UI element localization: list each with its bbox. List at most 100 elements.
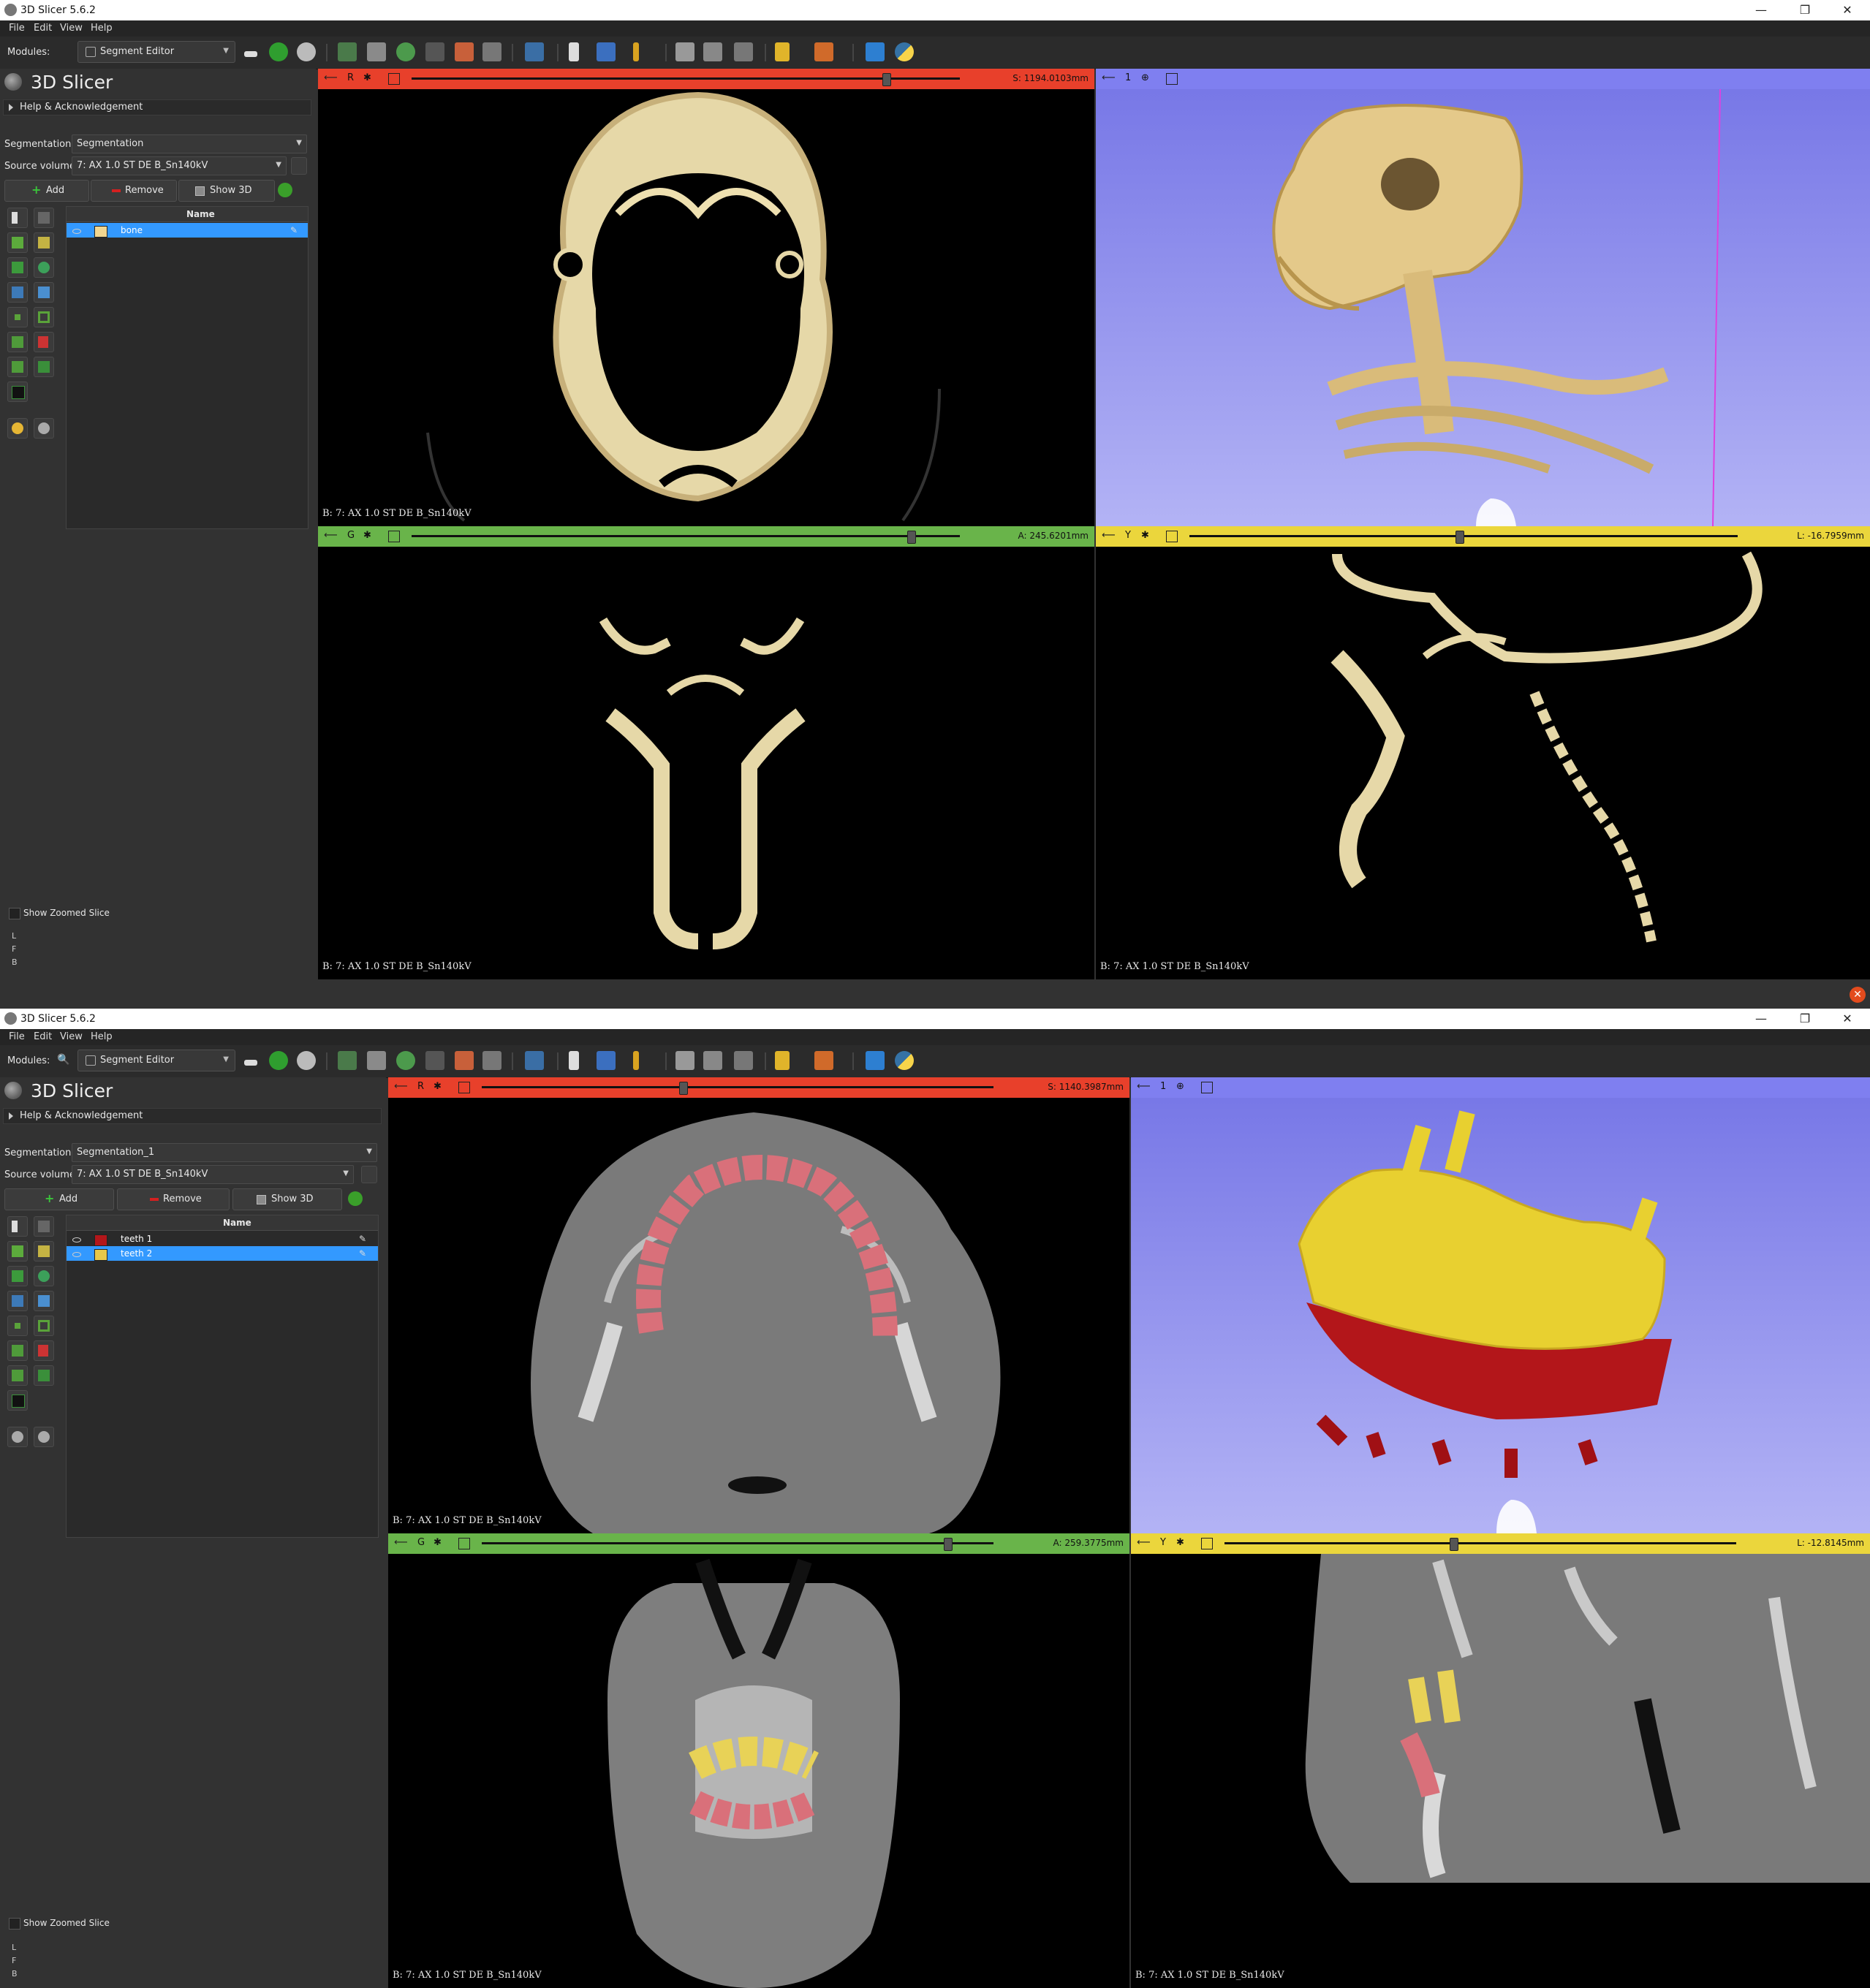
maximize-view-icon[interactable] [388,73,400,85]
back-arrow-icon[interactable] [269,1051,288,1070]
slider-handle[interactable] [907,531,916,544]
red-slice-view[interactable]: ⟵ R ✱ S: 1194.0103mm B: 7: AX 1.0 ST DE … [318,69,1094,526]
extension-manager-icon[interactable] [866,1051,885,1070]
python-icon[interactable] [895,42,914,61]
menu-file[interactable]: File [9,23,25,34]
extension-manager-icon[interactable] [866,42,885,61]
undo-icon[interactable] [7,418,28,439]
fiducial-icon[interactable] [633,1051,639,1070]
erase-icon[interactable] [7,257,28,278]
pencil-icon[interactable]: ✎ [359,1234,369,1244]
undo-icon[interactable] [7,1427,28,1447]
module-history-icon[interactable] [244,51,257,57]
crosshair-view-icon[interactable] [703,42,722,61]
link-icon[interactable]: ✱ [1141,530,1149,541]
menu-help[interactable]: Help [91,23,113,34]
fill-between-slices-icon[interactable] [34,282,54,303]
paint-icon[interactable] [7,232,28,253]
slider-handle[interactable] [1456,531,1464,544]
minimize-button[interactable]: — [1740,0,1782,20]
3d-view[interactable]: ⟵ 1 ⊕ [1131,1077,1870,1533]
data-icon[interactable] [338,1051,357,1070]
maximize-button[interactable]: ❐ [1784,0,1826,20]
draw-icon[interactable] [34,1241,54,1262]
source-volume-selector[interactable]: 7: AX 1.0 ST DE B_Sn140kV ▼ [72,1165,354,1184]
threshold-icon[interactable] [34,208,54,228]
pin-icon[interactable]: ⟵ [1102,530,1116,541]
show-zoomed-slice-checkbox[interactable]: Show Zoomed Slice [9,908,110,919]
maximize-view-icon[interactable] [458,1538,470,1549]
pin-icon[interactable]: ⟵ [1102,72,1116,83]
transforms-icon[interactable] [425,42,444,61]
link-icon[interactable]: ✱ [434,1537,442,1548]
green-slice-view[interactable]: ⟵ G ✱ A: 259.3775mm B: 7: AX 1.0 ST DE B… [388,1533,1129,1988]
minimize-button[interactable]: — [1740,1009,1782,1029]
pin-icon[interactable]: ⟵ [1137,1081,1151,1092]
checkbox-icon[interactable] [9,1918,20,1930]
threshold-icon[interactable] [34,1216,54,1237]
show-3d-button[interactable]: Show 3D [178,180,275,202]
maximize-view-icon[interactable] [458,1082,470,1093]
source-volume-selector[interactable]: 7: AX 1.0 ST DE B_Sn140kV ▼ [72,156,287,175]
extensions-icon[interactable] [814,1051,833,1070]
islands-icon[interactable] [7,357,28,377]
segment-color-swatch[interactable] [94,1234,107,1246]
reset-views-icon[interactable] [734,1051,753,1070]
add-segment-button[interactable]: + Add [4,180,89,202]
layout-icon[interactable] [525,42,544,61]
python-icon[interactable] [895,1051,914,1070]
volume-options-icon[interactable] [291,157,307,175]
redo-icon[interactable] [34,418,54,439]
eye-icon[interactable] [72,229,81,234]
menu-view[interactable]: View [60,1031,83,1042]
module-selector[interactable]: Segment Editor ▼ [77,41,235,63]
maximize-view-icon[interactable] [1166,73,1178,85]
pin-icon[interactable]: ⟵ [394,1537,408,1548]
slider-handle[interactable] [944,1538,953,1551]
segmentation-selector[interactable]: Segmentation_1 ▼ [72,1143,377,1162]
segment-editor-icon[interactable] [482,1051,501,1070]
screenshot-icon[interactable] [675,42,694,61]
green-slice-view[interactable]: ⟵ G ✱ A: 245.6201mm B: 7: AX 1.0 ST DE B… [318,526,1094,979]
menu-help[interactable]: Help [91,1031,113,1042]
segment-color-swatch[interactable] [94,226,107,238]
pin-icon[interactable]: ⟵ [394,1081,408,1092]
close-button[interactable]: ✕ [1826,0,1869,20]
margin-icon[interactable] [7,307,28,327]
pointer-icon[interactable] [569,42,579,61]
error-log-icon[interactable]: ✕ [1850,987,1866,1003]
logical-operators-icon[interactable] [34,357,54,377]
crosshair-view-icon[interactable] [703,1051,722,1070]
close-button[interactable]: ✕ [1826,1009,1869,1029]
pointer-icon[interactable] [569,1051,579,1070]
forward-arrow-icon[interactable] [297,1051,316,1070]
link-icon[interactable]: ✱ [1176,1537,1184,1548]
data-icon[interactable] [338,42,357,61]
transforms-icon[interactable] [425,1051,444,1070]
layout-icon[interactable] [525,1051,544,1070]
maximize-view-icon[interactable] [1166,531,1178,542]
grow-from-seeds-icon[interactable] [7,1291,28,1311]
red-slice-view[interactable]: ⟵ R ✱ S: 1140.3987mm B: 7: AX 1.0 ST DE … [388,1077,1129,1533]
fill-between-slices-icon[interactable] [34,1291,54,1311]
volumes-icon[interactable] [367,42,386,61]
volumes-icon[interactable] [367,1051,386,1070]
fiducial-icon[interactable] [633,42,639,61]
add-segment-button[interactable]: + Add [4,1188,114,1210]
grow-from-seeds-icon[interactable] [7,282,28,303]
logical-operators-icon[interactable] [34,1365,54,1386]
markups-icon[interactable] [455,1051,474,1070]
maximize-view-icon[interactable] [1201,1082,1213,1093]
slice-offset-slider[interactable] [482,1086,993,1088]
pin-icon[interactable]: ⟵ [324,530,338,541]
pencil-icon[interactable]: ✎ [359,1248,369,1259]
pencil-icon[interactable]: ✎ [290,225,300,235]
window-level-icon[interactable] [597,42,616,61]
segment-row[interactable]: bone ✎ [67,223,308,238]
remove-segment-button[interactable]: Remove [117,1188,230,1210]
3d-view[interactable]: ⟵ 1 ⊕ [1096,69,1870,526]
menu-edit[interactable]: Edit [34,1031,52,1042]
segment-row[interactable]: teeth 1 ✎ [67,1232,378,1246]
link-icon[interactable]: ✱ [363,72,371,83]
screenshot-icon[interactable] [675,1051,694,1070]
